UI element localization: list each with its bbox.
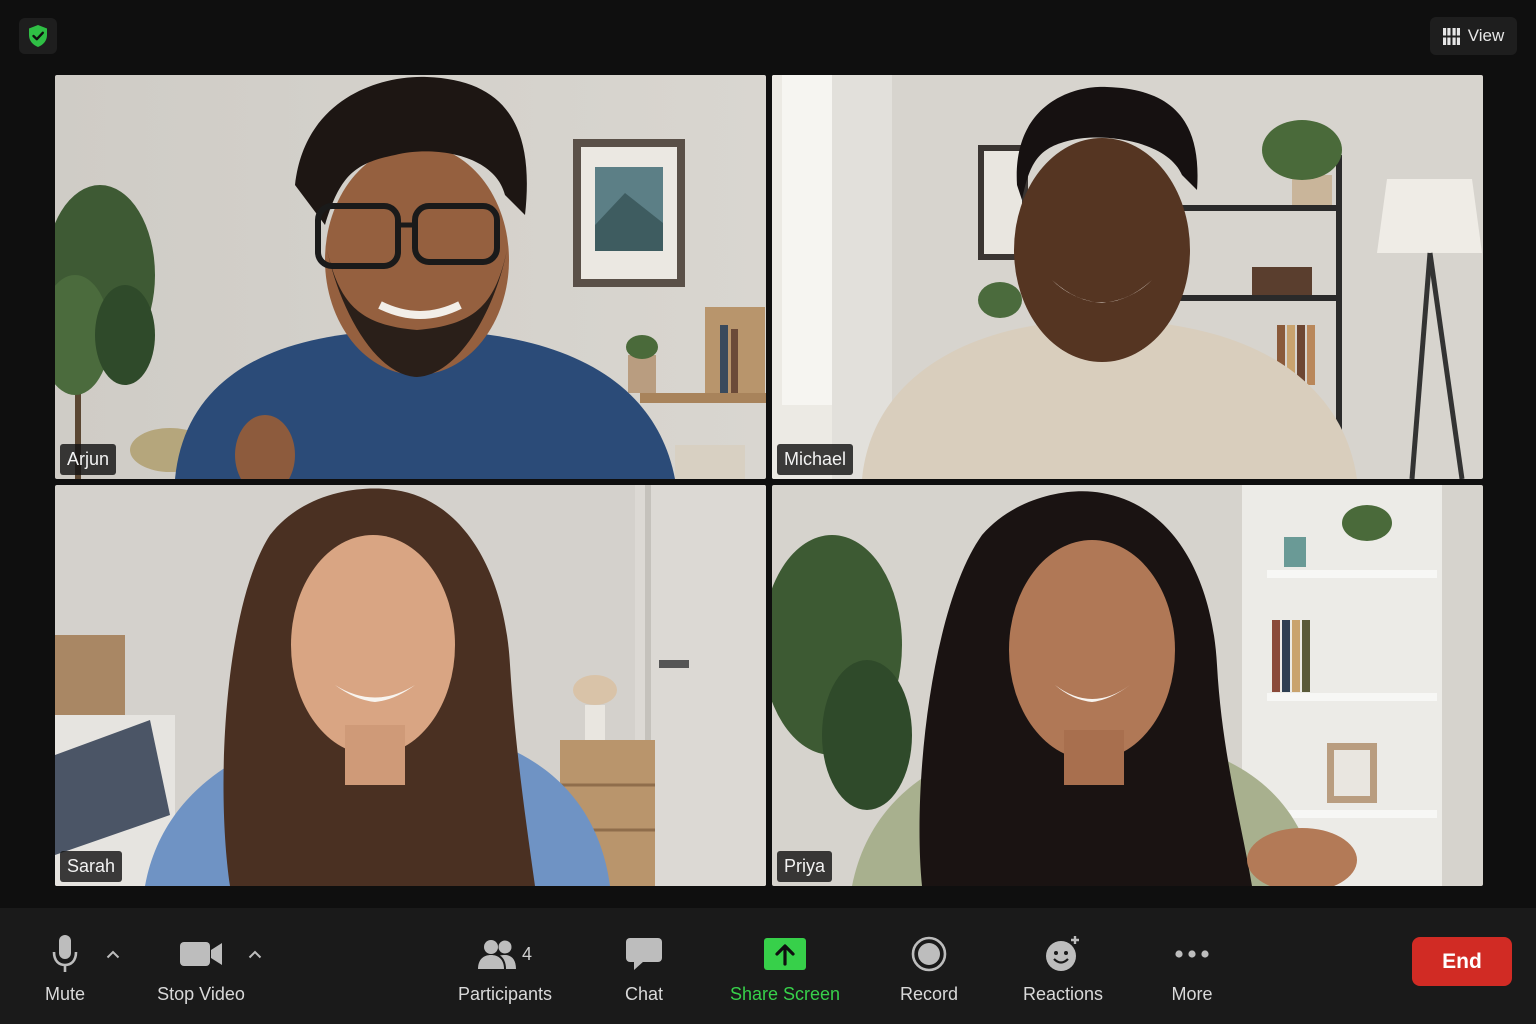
- microphone-icon: [52, 935, 78, 972]
- stop-video-label: Stop Video: [157, 984, 245, 1004]
- view-label: View: [1467, 26, 1505, 45]
- shield-check-icon: [29, 25, 47, 47]
- grid-icon: [1442, 27, 1460, 45]
- participants-label: Participants: [457, 984, 553, 1004]
- video-camera-icon: [180, 942, 222, 966]
- share-screen-label: Share Screen: [729, 984, 841, 1004]
- share-screen-button[interactable]: Share Screen: [722, 908, 848, 1024]
- record-label: Record: [899, 984, 959, 1004]
- smiley-add-icon: [1046, 936, 1079, 971]
- participant-video-michael: [772, 75, 1483, 479]
- audio-options-caret[interactable]: [103, 944, 123, 964]
- participant-video-arjun: [55, 75, 766, 479]
- participant-video-priya: [772, 485, 1483, 886]
- record-icon: [911, 936, 947, 972]
- participants-icon: [477, 940, 516, 969]
- chat-bubble-icon: [626, 938, 662, 970]
- participants-button[interactable]: 4 Participants: [450, 908, 560, 1024]
- record-button[interactable]: Record: [892, 908, 966, 1024]
- mute-button[interactable]: Mute: [30, 908, 100, 1024]
- video-options-caret[interactable]: [245, 944, 265, 964]
- stop-video-button[interactable]: Stop Video: [146, 908, 256, 1024]
- chevron-up-icon: [248, 950, 262, 958]
- more-button[interactable]: More: [1160, 908, 1224, 1024]
- participant-name-tag: Sarah: [60, 851, 123, 882]
- participants-count: 4: [521, 943, 532, 964]
- control-bar: Mute Stop Video 4 Participants Chat Shar…: [0, 908, 1536, 1024]
- video-tile-michael[interactable]: Michael: [772, 75, 1483, 479]
- video-tile-priya[interactable]: Priya: [772, 485, 1483, 886]
- ellipsis-icon: [1175, 950, 1209, 958]
- top-bar: View: [0, 0, 1536, 72]
- chat-button[interactable]: Chat: [609, 908, 679, 1024]
- reactions-label: Reactions: [1022, 984, 1104, 1004]
- chat-label: Chat: [624, 984, 664, 1004]
- video-meeting-window: View Arjun Michael Sarah Priya Mute Stop…: [0, 0, 1536, 1024]
- share-screen-icon: [764, 938, 806, 970]
- end-meeting-button[interactable]: End: [1412, 937, 1512, 986]
- security-button[interactable]: [19, 18, 57, 54]
- video-tile-sarah[interactable]: Sarah: [55, 485, 766, 886]
- participant-video-sarah: [55, 485, 766, 886]
- video-grid: Arjun Michael Sarah Priya: [55, 75, 1483, 886]
- video-tile-arjun[interactable]: Arjun: [55, 75, 766, 479]
- chevron-up-icon: [106, 950, 120, 958]
- participant-name-tag: Arjun: [60, 444, 117, 475]
- more-label: More: [1171, 984, 1213, 1004]
- participant-name-tag: Michael: [777, 444, 854, 475]
- view-button[interactable]: View: [1430, 17, 1517, 55]
- participant-name-tag: Priya: [777, 851, 833, 882]
- mute-label: Mute: [44, 984, 86, 1004]
- reactions-button[interactable]: Reactions: [1015, 908, 1111, 1024]
